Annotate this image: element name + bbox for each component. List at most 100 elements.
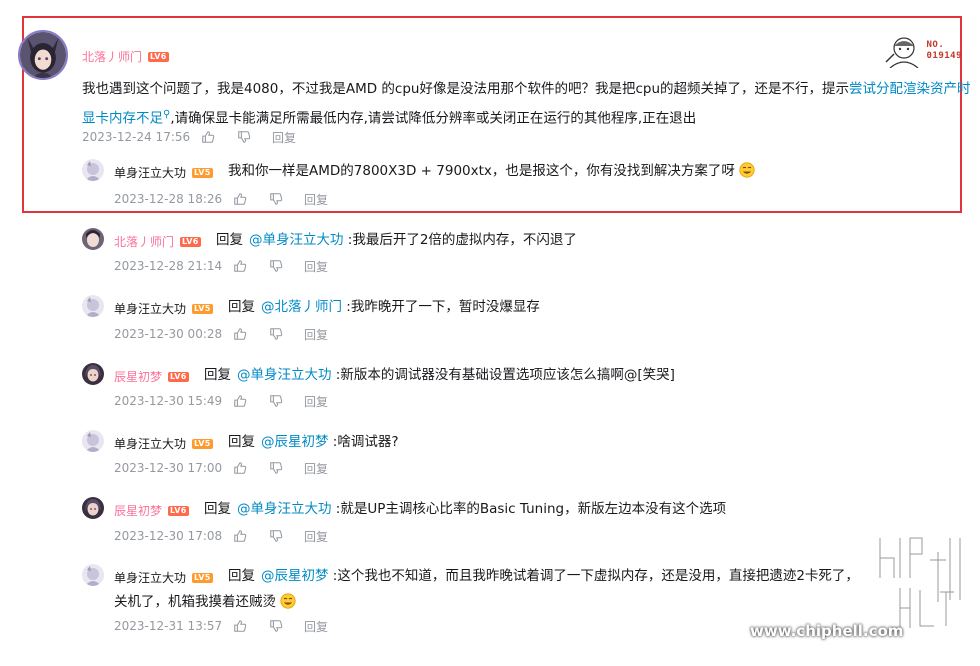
dislike-icon[interactable] <box>268 258 284 274</box>
reply-button[interactable]: 回复 <box>304 618 328 635</box>
avatar[interactable] <box>18 30 68 80</box>
reply-text: 回复 @北落丿师门 :我昨晚开了一下，暂时没爆显存 <box>228 294 958 320</box>
dislike-icon[interactable] <box>268 326 284 342</box>
reply-text-content: :我昨晚开了一下，暂时没爆显存 <box>342 299 540 315</box>
like-icon[interactable] <box>232 618 248 634</box>
reply-keyword: 回复 <box>228 299 255 315</box>
dislike-icon[interactable] <box>268 191 284 207</box>
level-badge: LV6 <box>168 371 189 382</box>
mention-link[interactable]: @单身汪立大功 <box>237 501 332 517</box>
dislike-icon[interactable] <box>236 129 252 145</box>
reply-button[interactable]: 回复 <box>304 326 328 343</box>
watermark-site-text: www.chiphell.com <box>750 622 904 640</box>
reply-author[interactable]: 辰星初梦 LV6 <box>114 502 189 519</box>
like-icon[interactable] <box>232 326 248 342</box>
reply-text-content: :这个我也不知道，而且我昨晚试着调了一下虚拟内存，还是没用，直接把遗迹2卡死了， <box>328 568 859 584</box>
avatar-image <box>82 228 104 250</box>
avatar[interactable] <box>82 159 104 181</box>
reply-keyword: 回复 <box>204 367 231 383</box>
username[interactable]: 单身汪立大功 <box>114 435 186 452</box>
reply-author[interactable]: 单身汪立大功 LV5 <box>114 435 213 452</box>
timestamp: 2023-12-30 17:00 <box>114 461 223 475</box>
reply-meta: 2023-12-30 17:00 回复 <box>114 460 328 476</box>
avatar[interactable] <box>82 430 104 452</box>
reply-keyword: 回复 <box>228 434 255 450</box>
dislike-icon[interactable] <box>268 393 284 409</box>
reply-button[interactable]: 回复 <box>304 191 328 208</box>
reply-author[interactable]: 单身汪立大功 LV5 <box>114 569 213 586</box>
avatar-image <box>82 363 104 385</box>
avatar[interactable] <box>82 564 104 586</box>
comment-text-part: 我也遇到这个问题了，我是4080，不过我是AMD 的cpu好像是没法用那个软件的… <box>82 81 850 97</box>
reply-author[interactable]: 辰星初梦 LV6 <box>114 368 189 385</box>
username[interactable]: 辰星初梦 <box>114 502 162 519</box>
avatar[interactable] <box>82 363 104 385</box>
reply-text-content: 我和你一样是AMD的7800X3D + 7900xtx，也是报这个，你有没找到解… <box>228 163 735 179</box>
mention-link[interactable]: @单身汪立大功 <box>249 232 344 248</box>
reply-keyword: 回复 <box>228 568 255 584</box>
reply-keyword: 回复 <box>204 501 231 517</box>
reply-button[interactable]: 回复 <box>304 528 328 545</box>
avatar[interactable] <box>82 497 104 519</box>
reply-meta: 2023-12-28 18:26 回复 <box>114 191 328 207</box>
reply-author[interactable]: 单身汪立大功 LV5 <box>114 164 213 181</box>
reply-keyword: 回复 <box>216 232 243 248</box>
reply-text: 回复 @单身汪立大功 :新版本的调试器没有基础设置选项应该怎么搞啊@[笑哭] <box>204 362 954 388</box>
like-icon[interactable] <box>232 393 248 409</box>
level-badge: LV5 <box>192 303 213 314</box>
level-badge: LV6 <box>180 236 201 247</box>
avatar-image <box>82 564 104 586</box>
avatar[interactable] <box>82 295 104 317</box>
level-badge: LV6 <box>148 51 169 62</box>
username[interactable]: 北落丿师门 <box>82 48 142 65</box>
username[interactable]: 单身汪立大功 <box>114 569 186 586</box>
timestamp: 2023-12-24 17:56 <box>82 130 191 144</box>
like-icon[interactable] <box>200 129 216 145</box>
fan-badge-number: NO. 019149 <box>926 40 962 61</box>
like-icon[interactable] <box>232 460 248 476</box>
dislike-icon[interactable] <box>268 528 284 544</box>
reply-button[interactable]: 回复 <box>272 129 296 146</box>
like-icon[interactable] <box>232 258 248 274</box>
timestamp: 2023-12-30 17:08 <box>114 529 223 543</box>
dislike-icon[interactable] <box>268 618 284 634</box>
avatar-image <box>82 497 104 519</box>
like-icon[interactable] <box>232 191 248 207</box>
reply-button[interactable]: 回复 <box>304 460 328 477</box>
avatar-image <box>82 159 104 181</box>
reply-meta: 2023-12-30 00:28 回复 <box>114 326 328 342</box>
level-badge: LV6 <box>168 505 189 516</box>
username[interactable]: 辰星初梦 <box>114 368 162 385</box>
avatar-image <box>82 295 104 317</box>
comment-text: 我也遇到这个问题了，我是4080，不过我是AMD 的cpu好像是没法用那个软件的… <box>82 76 980 132</box>
dislike-icon[interactable] <box>268 460 284 476</box>
username[interactable]: 单身汪立大功 <box>114 164 186 181</box>
username[interactable]: 单身汪立大功 <box>114 300 186 317</box>
reply-button[interactable]: 回复 <box>304 393 328 410</box>
timestamp: 2023-12-28 21:14 <box>114 259 223 273</box>
mention-link[interactable]: @北落丿师门 <box>261 299 342 315</box>
comment-text-part: ,请确保显卡能满足所需最低内存,请尝试降低分辨率或关闭正在运行的其他程序,正在退… <box>170 110 697 127</box>
reply-text-content: :新版本的调试器没有基础设置选项应该怎么搞啊@[笑哭] <box>331 367 675 383</box>
username[interactable]: 北落丿师门 <box>114 233 174 250</box>
timestamp: 2023-12-28 18:26 <box>114 192 223 206</box>
like-icon[interactable] <box>232 528 248 544</box>
avatar-image <box>20 32 66 78</box>
face-emoji-icon <box>739 162 755 178</box>
mention-link[interactable]: @单身汪立大功 <box>237 367 332 383</box>
reply-meta: 2023-12-30 17:08 回复 <box>114 528 328 544</box>
comment-author[interactable]: 北落丿师门 LV6 <box>82 48 169 65</box>
fan-badge-icon <box>884 34 923 68</box>
mention-link[interactable]: @辰星初梦 <box>261 568 329 584</box>
reply-button[interactable]: 回复 <box>304 258 328 275</box>
reply-text-content: 关机了，机箱我摸着还贼烫 <box>114 594 276 610</box>
reply-text-content: :我最后开了2倍的虚拟内存，不闪退了 <box>343 232 577 248</box>
avatar[interactable] <box>82 228 104 250</box>
face-emoji-icon <box>280 593 296 609</box>
reply-author[interactable]: 北落丿师门 LV6 <box>114 233 201 250</box>
mention-link[interactable]: @辰星初梦 <box>261 434 329 450</box>
reply-author[interactable]: 单身汪立大功 LV5 <box>114 300 213 317</box>
reply-meta: 2023-12-28 21:14 回复 <box>114 258 328 274</box>
reply-text: 回复 @单身汪立大功 :就是UP主调核心比率的Basic Tuning，新版左边本… <box>204 496 954 522</box>
level-badge: LV5 <box>192 167 213 178</box>
